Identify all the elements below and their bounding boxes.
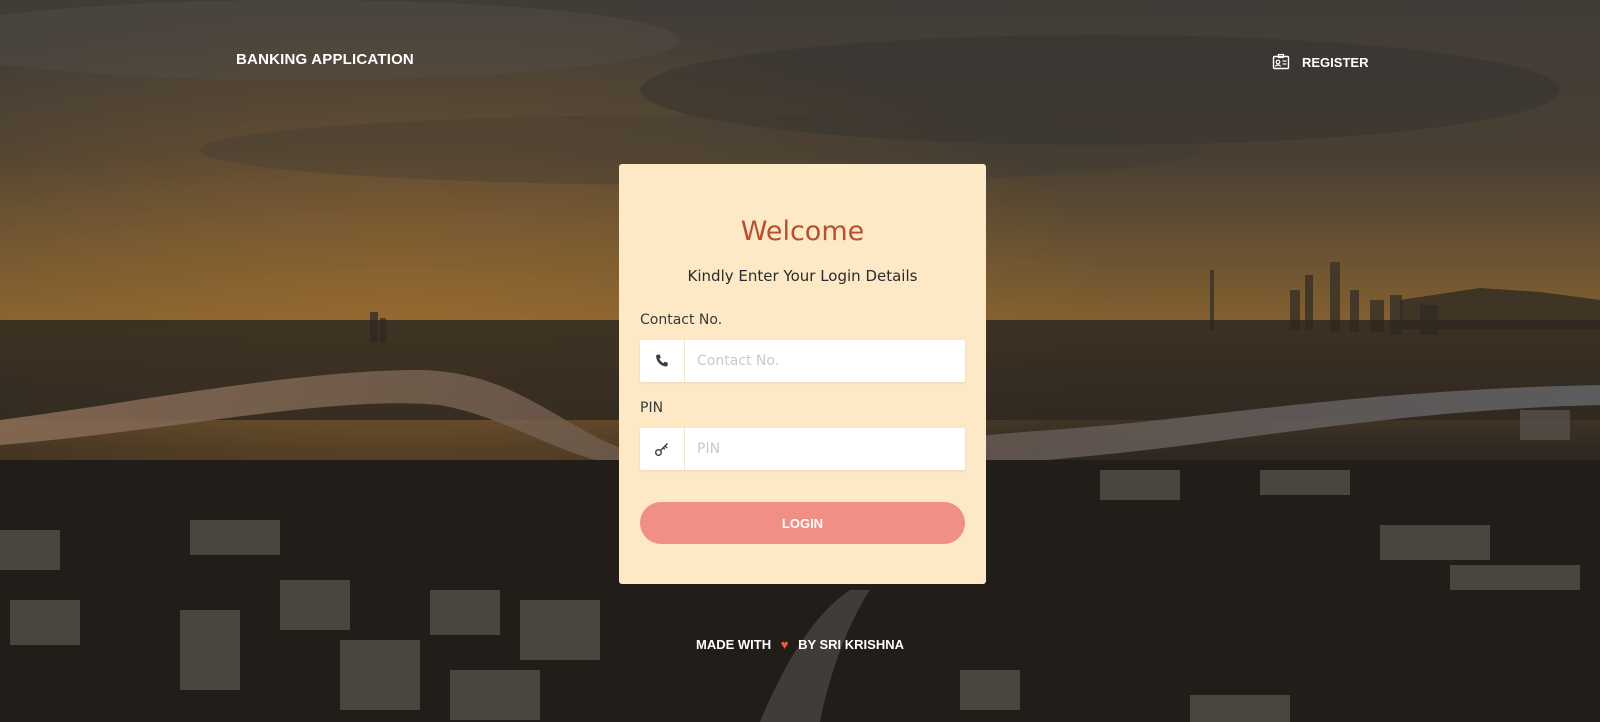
id-card-icon [1272, 53, 1290, 71]
footer-author: BY SRI KRISHNA [798, 637, 905, 652]
navbar-brand[interactable]: BANKING APPLICATION [236, 51, 414, 68]
register-link[interactable]: REGISTER [1272, 53, 1368, 71]
login-card: Welcome Kindly Enter Your Login Details … [619, 164, 986, 584]
register-label: REGISTER [1302, 54, 1369, 70]
footer-credit: MADE WITH ♥ BY SRI KRISHNA [0, 637, 1600, 652]
pin-input-group [640, 428, 965, 470]
contact-input-group [640, 340, 965, 382]
pin-input[interactable] [685, 428, 965, 470]
footer-made-with: MADE WITH [695, 637, 772, 652]
phone-icon [640, 340, 685, 382]
contact-label: Contact No. [640, 312, 723, 328]
contact-input[interactable] [685, 340, 965, 382]
card-subtitle: Kindly Enter Your Login Details [687, 267, 918, 285]
login-button[interactable]: LOGIN [640, 502, 965, 544]
heart-icon: ♥ [780, 637, 789, 652]
pin-label: PIN [640, 400, 664, 416]
key-icon [640, 428, 685, 470]
card-title: Welcome [740, 216, 865, 247]
